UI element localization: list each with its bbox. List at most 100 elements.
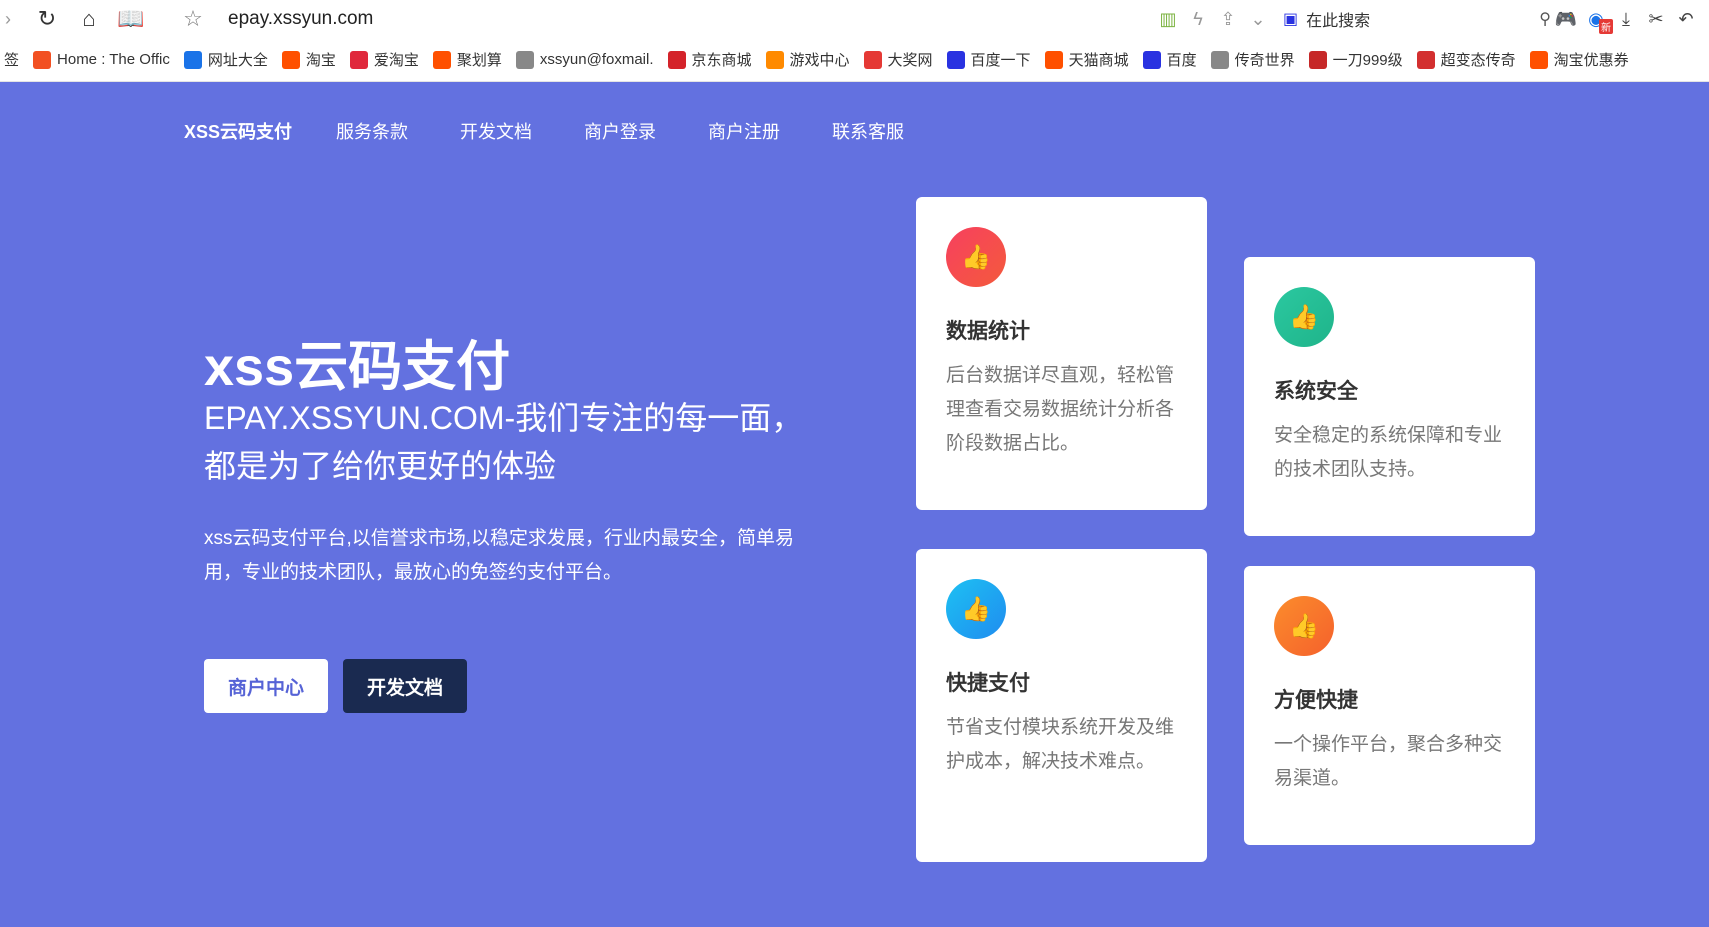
- bookmark-item[interactable]: 传奇世界: [1210, 49, 1295, 70]
- hero-title: xss云码支付: [204, 337, 511, 397]
- reload-icon[interactable]: ↻: [30, 2, 64, 36]
- bookmark-item[interactable]: 天猫商城: [1044, 49, 1129, 70]
- bookmark-item[interactable]: 一刀999级: [1308, 49, 1403, 70]
- nav-item-support[interactable]: 联系客服: [832, 118, 904, 144]
- taobao-icon: [432, 50, 451, 69]
- bookmark-label: 签: [4, 52, 20, 69]
- taobao-icon: [281, 50, 300, 69]
- lightning-icon[interactable]: ϟ: [1183, 4, 1213, 34]
- undo-icon[interactable]: ↶: [1671, 4, 1701, 34]
- bookmark-label: 一刀999级: [1332, 52, 1403, 69]
- thumb-icon: 👍: [946, 227, 1006, 287]
- bookmark-label: 淘宝: [305, 52, 336, 69]
- feature-title: 方便快捷: [1274, 689, 1358, 712]
- reader-icon[interactable]: 📖: [114, 2, 148, 36]
- game-icon: [1416, 50, 1435, 69]
- scissors-icon[interactable]: ✂: [1641, 4, 1671, 34]
- reading-mode-icon[interactable]: ▥: [1153, 4, 1183, 34]
- hero-subtitle: EPAY.XSSYUN.COM-我们专注的每一面，都是为了给你更好的体验: [204, 400, 804, 484]
- bookmark-label: 百度一下: [970, 52, 1031, 69]
- bookmark-label: 超变态传奇: [1440, 52, 1516, 69]
- news-icon[interactable]: ◉ 新: [1581, 4, 1613, 34]
- baidu-icon: [946, 50, 965, 69]
- gamepad-icon[interactable]: 🎮: [1551, 4, 1581, 34]
- bookmark-label: 淘宝优惠券: [1553, 52, 1629, 69]
- bookmark-label: 聚划算: [456, 52, 502, 69]
- nav-item-terms[interactable]: 服务条款: [336, 118, 408, 144]
- bookmark-label: Home : The Offic: [57, 51, 170, 68]
- hero-description: xss云码支付平台,以信誉求市场,以稳定求发展，行业内最安全，简单易用，专业的技…: [204, 528, 795, 583]
- feature-text: 安全稳定的系统保障和专业的技术团队支持。: [1274, 425, 1503, 480]
- feature-card-security: 👍 系统安全 安全稳定的系统保障和专业的技术团队支持。: [1244, 257, 1535, 536]
- bookmark-label: 百度: [1166, 52, 1197, 69]
- globe-icon: [515, 50, 534, 69]
- bookmark-label: 天猫商城: [1068, 52, 1129, 69]
- taobao-icon: [1044, 50, 1063, 69]
- feature-title: 系统安全: [1274, 380, 1358, 403]
- search-input[interactable]: ▣ 在此搜索 ⚲: [1273, 4, 1551, 34]
- bookmark-item[interactable]: 聚划算: [432, 49, 502, 70]
- chevron-down-icon[interactable]: ⌄: [1243, 4, 1273, 34]
- bookmark-item[interactable]: 网址大全: [183, 49, 268, 70]
- bookmark-item[interactable]: 签: [4, 49, 19, 70]
- jd-icon: [667, 50, 686, 69]
- thumb-icon: 👍: [1274, 287, 1334, 347]
- merchant-center-button[interactable]: 商户中心: [204, 659, 328, 713]
- nav-item-docs[interactable]: 开发文档: [460, 118, 532, 144]
- thumb-icon: 👍: [1274, 596, 1334, 656]
- globe-icon: [183, 50, 202, 69]
- bookmark-label: 传奇世界: [1234, 52, 1295, 69]
- bookmarks-bar: 签 Home : The Offic 网址大全 淘宝 爱淘宝 聚划算 xssyun@foxm…: [0, 38, 1709, 82]
- address-bar[interactable]: epay.xssyun.com: [228, 8, 373, 30]
- bookmark-item[interactable]: 爱淘宝: [349, 49, 419, 70]
- bookmark-label: xssyun@foxmail.: [539, 51, 654, 68]
- feature-text: 后台数据详尽直观，轻松管理查看交易数据统计分析各阶段数据占比。: [946, 365, 1175, 454]
- feature-card-payment: 👍 快捷支付 节省支付模块系统开发及维护成本，解决技术难点。: [916, 549, 1207, 862]
- bookmark-label: 爱淘宝: [373, 52, 419, 69]
- windows-logo-icon: [33, 50, 52, 69]
- bookmark-item[interactable]: 淘宝: [281, 49, 336, 70]
- gamepad-icon: [765, 50, 784, 69]
- bookmark-item[interactable]: xssyun@foxmail.: [515, 50, 654, 69]
- baidu-icon: [1142, 50, 1161, 69]
- baidu-search-icon[interactable]: ▣: [1283, 9, 1298, 29]
- bookmark-item[interactable]: 淘宝优惠券: [1529, 49, 1629, 70]
- star-icon: [863, 50, 882, 69]
- feature-card-stats: 👍 数据统计 后台数据详尽直观，轻松管理查看交易数据统计分析各阶段数据占比。: [916, 197, 1207, 510]
- feature-title: 数据统计: [946, 320, 1030, 343]
- site-nav: XSS云码支付 服务条款 开发文档 商户登录 商户注册 联系客服: [184, 118, 956, 144]
- globe-icon: [1210, 50, 1229, 69]
- bookmark-label: 大奖网: [887, 52, 933, 69]
- back-icon[interactable]: ›: [0, 2, 16, 36]
- bookmark-item[interactable]: 大奖网: [863, 49, 933, 70]
- search-placeholder: 在此搜索: [1306, 13, 1371, 30]
- nav-item-login[interactable]: 商户登录: [584, 118, 656, 144]
- home-icon[interactable]: ⌂: [72, 2, 106, 36]
- taobao-icon: [349, 50, 368, 69]
- nav-item-register[interactable]: 商户注册: [708, 118, 780, 144]
- new-badge: 新: [1599, 19, 1613, 34]
- dev-docs-button[interactable]: 开发文档: [343, 659, 467, 713]
- bookmark-label: 游戏中心: [789, 52, 850, 69]
- browser-toolbar: › ↻ ⌂ 📖 ☆ epay.xssyun.com ▥ ϟ ⇪ ⌄ ▣ 在此搜索…: [0, 0, 1709, 38]
- bookmark-star-icon[interactable]: ☆: [176, 2, 210, 36]
- feature-text: 节省支付模块系统开发及维护成本，解决技术难点。: [946, 717, 1175, 772]
- bookmark-item[interactable]: 京东商城: [667, 49, 752, 70]
- magnifier-icon[interactable]: ⚲: [1539, 9, 1551, 29]
- feature-title: 快捷支付: [946, 672, 1030, 695]
- game-icon: [1308, 50, 1327, 69]
- feature-card-convenience: 👍 方便快捷 一个操作平台，聚合多种交易渠道。: [1244, 566, 1535, 845]
- nav-brand[interactable]: XSS云码支付: [184, 118, 292, 144]
- download-icon[interactable]: ⤓: [1611, 4, 1641, 34]
- thumb-icon: 👍: [946, 579, 1006, 639]
- feature-text: 一个操作平台，聚合多种交易渠道。: [1274, 734, 1503, 789]
- bookmark-item[interactable]: Home : The Offic: [33, 50, 170, 69]
- share-icon[interactable]: ⇪: [1213, 4, 1243, 34]
- bookmark-item[interactable]: 超变态传奇: [1416, 49, 1516, 70]
- bookmark-label: 网址大全: [207, 52, 268, 69]
- bookmark-item[interactable]: 百度一下: [946, 49, 1031, 70]
- bookmark-item[interactable]: 游戏中心: [765, 49, 850, 70]
- bookmark-label: 京东商城: [691, 52, 752, 69]
- bookmark-item[interactable]: 百度: [1142, 49, 1197, 70]
- taobao-icon: [1529, 50, 1548, 69]
